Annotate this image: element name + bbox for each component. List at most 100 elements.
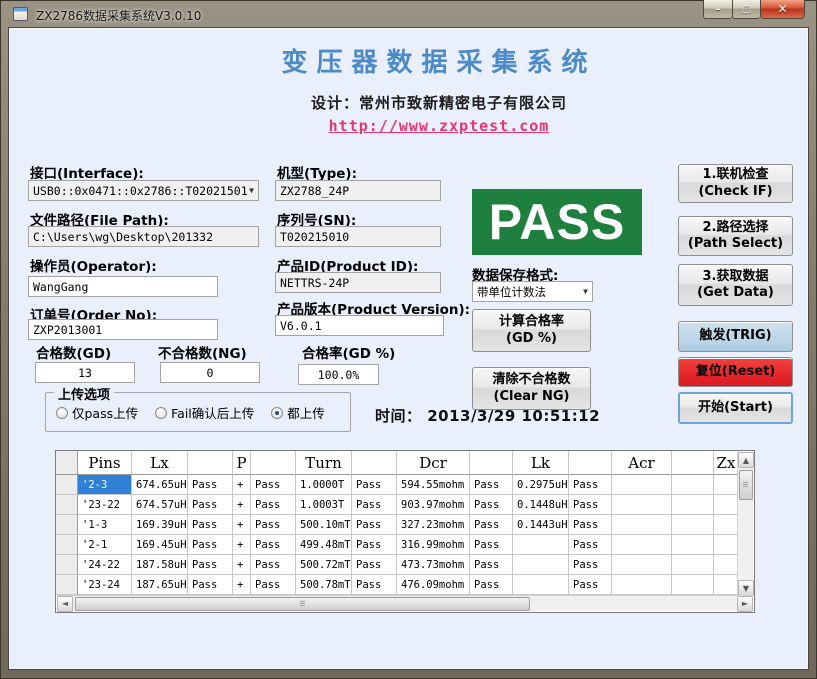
clear-ng-button[interactable]: 清除不合格数 (Clear NG) xyxy=(472,367,591,410)
table-cell[interactable]: '23-22 xyxy=(78,495,132,515)
table-cell[interactable]: + xyxy=(233,515,251,535)
row-selector[interactable] xyxy=(56,495,78,515)
table-cell[interactable]: Pass xyxy=(470,555,513,575)
column-header[interactable] xyxy=(470,451,513,475)
column-header[interactable]: Zx xyxy=(714,451,739,475)
vertical-scroll-thumb[interactable] xyxy=(739,470,753,500)
table-cell[interactable] xyxy=(612,555,672,575)
table-cell[interactable]: Pass xyxy=(251,535,296,555)
column-header[interactable]: Lx xyxy=(132,451,188,475)
order-no-field[interactable]: ZXP2013001 xyxy=(28,319,218,340)
table-cell[interactable] xyxy=(714,555,739,575)
column-header[interactable] xyxy=(56,451,78,475)
table-cell[interactable]: 500.78mT xyxy=(296,575,352,595)
horizontal-scrollbar[interactable]: ◄ ► xyxy=(57,595,753,611)
table-cell[interactable]: Pass xyxy=(188,495,233,515)
column-header[interactable]: Acr xyxy=(612,451,672,475)
vertical-scrollbar[interactable]: ▲ ▼ xyxy=(737,452,753,596)
type-field[interactable]: ZX2788_24P xyxy=(275,180,441,201)
table-cell[interactable]: 316.99mohm xyxy=(397,535,470,555)
table-cell[interactable] xyxy=(513,555,569,575)
table-cell[interactable] xyxy=(612,535,672,555)
table-cell[interactable]: Pass xyxy=(470,515,513,535)
table-cell[interactable]: Pass xyxy=(251,495,296,515)
table-cell[interactable]: Pass xyxy=(569,575,612,595)
radio-option-2[interactable]: 都上传 xyxy=(271,403,325,422)
table-cell[interactable]: '2-1 xyxy=(78,535,132,555)
table-cell[interactable] xyxy=(612,515,672,535)
row-selector[interactable] xyxy=(56,555,78,575)
table-cell[interactable]: + xyxy=(233,475,251,495)
table-cell[interactable]: 903.97mohm xyxy=(397,495,470,515)
table-row[interactable]: '23-24187.65uHPass+Pass500.78mTPass476.0… xyxy=(56,575,754,595)
row-selector[interactable] xyxy=(56,575,78,595)
table-cell[interactable]: Pass xyxy=(569,495,612,515)
table-cell[interactable]: 187.58uH xyxy=(132,555,188,575)
product-version-field[interactable]: V6.0.1 xyxy=(275,315,444,336)
table-cell[interactable] xyxy=(714,495,739,515)
table-cell[interactable]: 473.73mohm xyxy=(397,555,470,575)
table-cell[interactable]: Pass xyxy=(251,515,296,535)
table-cell[interactable]: 476.09mohm xyxy=(397,575,470,595)
operator-field[interactable]: WangGang xyxy=(28,276,218,297)
gd-rate-field[interactable]: 100.0% xyxy=(298,364,379,385)
table-cell[interactable]: 674.65uH xyxy=(132,475,188,495)
scroll-left-icon[interactable]: ◄ xyxy=(57,596,73,612)
minimize-button[interactable]: – xyxy=(703,0,732,19)
table-cell[interactable] xyxy=(513,575,569,595)
table-cell[interactable]: Pass xyxy=(569,475,612,495)
column-header[interactable]: Pins xyxy=(78,451,132,475)
column-header[interactable]: Dcr xyxy=(397,451,470,475)
radio-option-0[interactable]: 仅pass上传 xyxy=(56,403,138,422)
product-id-field[interactable]: NETTRS-24P xyxy=(275,272,441,293)
scroll-right-icon[interactable]: ► xyxy=(737,596,753,612)
path-select-button[interactable]: 2.路径选择 (Path Select) xyxy=(678,216,793,256)
table-cell[interactable]: 594.55mohm xyxy=(397,475,470,495)
row-selector[interactable] xyxy=(56,535,78,555)
table-cell[interactable]: 169.39uH xyxy=(132,515,188,535)
radio-option-1[interactable]: Fail确认后上传 xyxy=(155,403,254,422)
table-cell[interactable]: Pass xyxy=(569,555,612,575)
table-cell[interactable]: + xyxy=(233,555,251,575)
table-cell[interactable] xyxy=(672,475,714,495)
table-cell[interactable] xyxy=(714,575,739,595)
table-cell[interactable] xyxy=(672,535,714,555)
table-cell[interactable]: 0.2975uH xyxy=(513,475,569,495)
table-cell[interactable] xyxy=(714,535,739,555)
table-cell[interactable]: 0.1443uH xyxy=(513,515,569,535)
close-button[interactable]: ✕ xyxy=(760,0,805,19)
table-cell[interactable]: 0.1448uH xyxy=(513,495,569,515)
column-header[interactable] xyxy=(352,451,397,475)
table-row[interactable]: '2-3674.65uHPass+Pass1.0000TPass594.55mo… xyxy=(56,475,754,495)
table-cell[interactable]: 500.10mT xyxy=(296,515,352,535)
table-cell[interactable]: Pass xyxy=(251,555,296,575)
table-cell[interactable] xyxy=(672,575,714,595)
table-cell[interactable]: Pass xyxy=(352,575,397,595)
table-cell[interactable]: Pass xyxy=(188,575,233,595)
sn-field[interactable]: T020215010 xyxy=(275,226,441,247)
table-cell[interactable]: Pass xyxy=(470,475,513,495)
title-bar[interactable]: ZX2786数据采集系统V3.0.10 – ▢ ✕ xyxy=(0,0,817,28)
maximize-button[interactable]: ▢ xyxy=(732,0,760,19)
ng-count-field[interactable]: 0 xyxy=(160,362,260,383)
table-row[interactable]: '24-22187.58uHPass+Pass500.72mTPass473.7… xyxy=(56,555,754,575)
table-cell[interactable]: Pass xyxy=(569,515,612,535)
table-cell[interactable]: 187.65uH xyxy=(132,575,188,595)
start-button[interactable]: 开始(Start) xyxy=(678,392,793,424)
table-cell[interactable]: Pass xyxy=(188,555,233,575)
column-header[interactable] xyxy=(672,451,714,475)
column-header[interactable]: P xyxy=(233,451,251,475)
table-cell[interactable] xyxy=(612,475,672,495)
table-cell[interactable]: '24-22 xyxy=(78,555,132,575)
gd-count-field[interactable]: 13 xyxy=(35,362,135,383)
table-cell[interactable]: '2-3 xyxy=(78,475,132,495)
table-cell[interactable] xyxy=(714,515,739,535)
table-cell[interactable]: Pass xyxy=(188,515,233,535)
table-cell[interactable] xyxy=(672,495,714,515)
table-cell[interactable]: Pass xyxy=(470,535,513,555)
table-cell[interactable]: Pass xyxy=(470,495,513,515)
table-cell[interactable]: 499.48mT xyxy=(296,535,352,555)
table-cell[interactable]: 1.0000T xyxy=(296,475,352,495)
table-cell[interactable]: Pass xyxy=(352,515,397,535)
get-data-button[interactable]: 3.获取数据 (Get Data) xyxy=(678,264,793,306)
